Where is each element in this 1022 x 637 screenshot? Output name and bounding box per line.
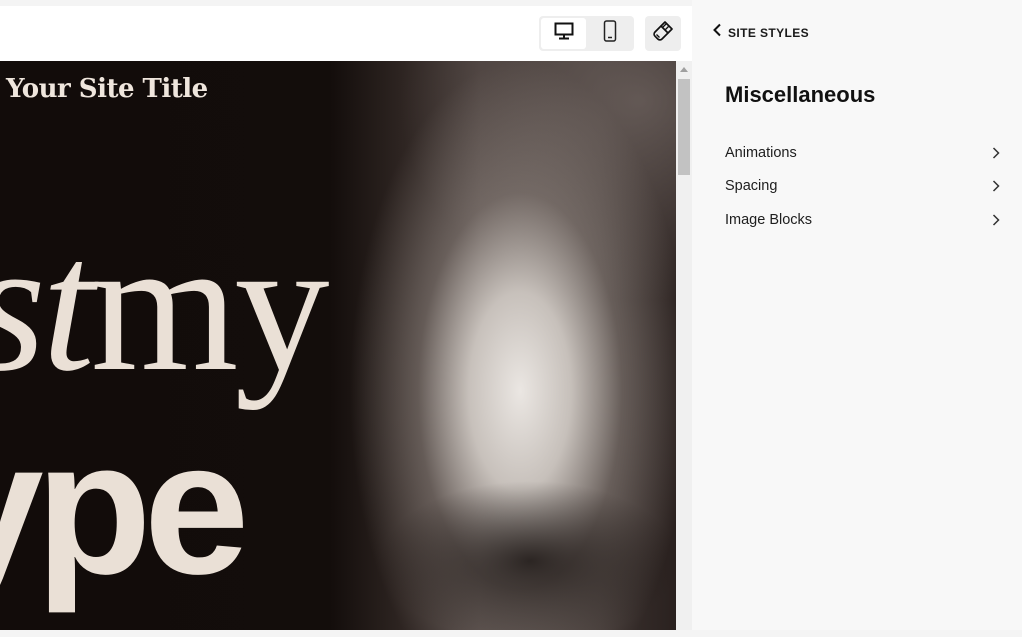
preview-toolbar <box>0 6 692 61</box>
settings-item-animations[interactable]: Animations <box>725 136 1000 170</box>
paintbrush-icon <box>652 20 674 47</box>
chevron-right-icon <box>992 214 1000 226</box>
device-toggle <box>539 16 634 51</box>
settings-item-spacing[interactable]: Spacing <box>725 170 1000 204</box>
settings-item-label: Image Blocks <box>725 211 813 228</box>
editor-app: Your Site Title stmy ype SITE STYLES Mis… <box>0 0 1022 637</box>
site-styles-panel: SITE STYLES Miscellaneous Animations Spa… <box>692 0 1022 630</box>
hero-heading-regular-text: my <box>90 201 330 411</box>
back-label: SITE STYLES <box>728 25 810 40</box>
settings-list: Animations Spacing Image Blocks <box>725 136 1000 237</box>
settings-item-label: Spacing <box>725 178 778 195</box>
mobile-phone-icon <box>603 20 617 47</box>
settings-item-label: Animations <box>725 144 797 161</box>
hero-heading-italic-text: st <box>0 201 95 411</box>
panel-title: Miscellaneous <box>725 82 876 107</box>
scrollbar-thumb[interactable] <box>678 79 690 175</box>
settings-item-image-blocks[interactable]: Image Blocks <box>725 203 1000 237</box>
back-to-site-styles-button[interactable]: SITE STYLES <box>712 23 809 42</box>
chevron-right-icon <box>992 180 1000 192</box>
hero-heading-line-2: ype <box>0 402 249 614</box>
hero-heading-line-1: stmy <box>0 211 330 401</box>
chevron-left-icon <box>712 23 722 42</box>
site-styles-button[interactable] <box>645 16 681 51</box>
site-title[interactable]: Your Site Title <box>6 74 208 104</box>
chevron-right-icon <box>992 147 1000 159</box>
site-preview-frame[interactable]: Your Site Title stmy ype <box>0 61 676 630</box>
preview-scrollbar[interactable] <box>676 61 692 630</box>
scroll-up-arrow-icon[interactable] <box>680 67 688 72</box>
mobile-view-button[interactable] <box>587 18 632 49</box>
desktop-view-button[interactable] <box>541 18 586 49</box>
desktop-monitor-icon <box>554 22 574 45</box>
